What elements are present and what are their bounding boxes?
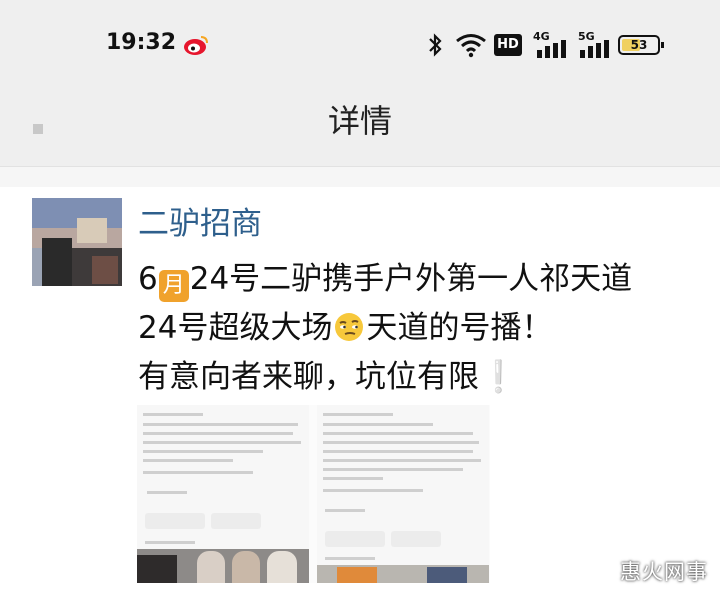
avatar[interactable] xyxy=(32,198,122,286)
hd-icon: HD xyxy=(494,34,522,56)
post-images[interactable] xyxy=(137,405,490,583)
post-line-1-prefix: 6 xyxy=(138,261,158,297)
post-line-2: 24号超级大场 天道的号播！ xyxy=(138,302,552,347)
post-line-2-prefix: 24号超级大场 xyxy=(138,310,333,346)
status-time: 19:32 xyxy=(106,30,177,55)
suspicious-face-emoji-icon xyxy=(335,313,364,341)
post-line-1: 6 月 24号二驴携手户外第一人祁天道 xyxy=(138,253,632,302)
post-line-1-text: 24号二驴携手户外第一人祁天道 xyxy=(189,261,633,297)
battery-icon: 53 xyxy=(618,35,664,55)
post-line-3: 有意向者来聊，坑位有限❕ xyxy=(138,351,518,396)
signal-5g-icon: 5G xyxy=(578,30,612,58)
exclamation-emoji-icon: ❕ xyxy=(479,359,518,395)
month-emoji-icon: 月 xyxy=(158,270,189,302)
section-divider xyxy=(0,167,720,187)
page-title: 详情 xyxy=(327,102,392,140)
post-image-1[interactable] xyxy=(137,405,309,583)
post-username[interactable]: 二驴招商 xyxy=(138,198,262,243)
wifi-icon xyxy=(456,34,486,58)
bluetooth-icon xyxy=(429,33,442,57)
signal-4g-icon: 4G xyxy=(533,30,571,58)
watermark: 惠火网事 xyxy=(620,560,708,584)
weibo-icon xyxy=(184,36,208,55)
post-line-3-text: 有意向者来聊，坑位有限 xyxy=(138,359,479,395)
battery-level: 53 xyxy=(630,38,648,52)
post-image-2[interactable] xyxy=(317,405,489,583)
post-line-2-text: 天道的号播！ xyxy=(366,310,553,346)
